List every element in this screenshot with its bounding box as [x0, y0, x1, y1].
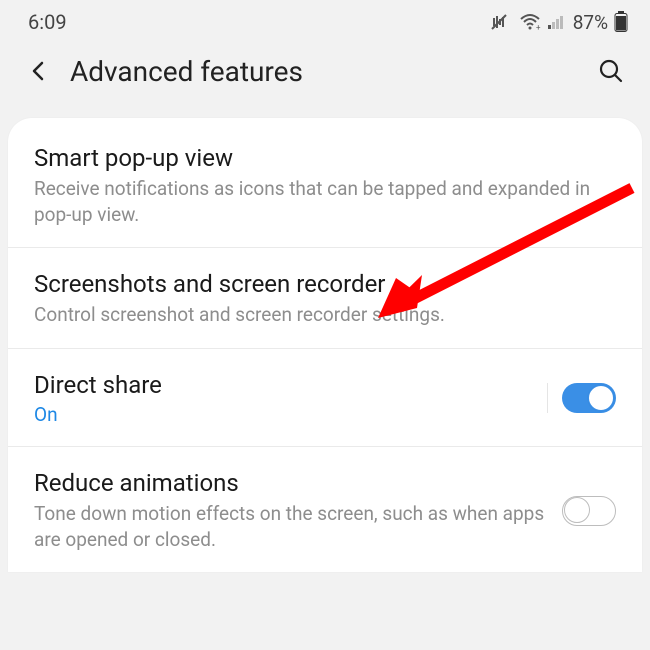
item-title: Smart pop-up view — [34, 144, 616, 172]
back-button[interactable] — [22, 54, 56, 88]
screenshots-recorder-item[interactable]: Screenshots and screen recorder Control … — [8, 248, 642, 349]
svg-text:+: + — [536, 23, 541, 31]
item-title: Screenshots and screen recorder — [34, 270, 616, 298]
search-icon — [598, 58, 624, 84]
reduce-animations-item[interactable]: Reduce animations Tone down motion effec… — [8, 447, 642, 572]
status-bar: 6:09 + 87% — [0, 0, 650, 40]
item-desc: Receive notifications as icons that can … — [34, 176, 616, 227]
reduce-animations-toggle[interactable] — [562, 496, 616, 526]
signal-icon — [547, 14, 567, 30]
item-status: On — [34, 403, 531, 426]
direct-share-toggle[interactable] — [562, 383, 616, 413]
item-title: Reduce animations — [34, 469, 546, 497]
wifi-icon: + — [519, 13, 541, 31]
vibrate-mute-icon — [491, 12, 513, 32]
chevron-left-icon — [28, 60, 50, 82]
settings-list: Smart pop-up view Receive notifications … — [8, 118, 642, 572]
divider — [547, 383, 548, 413]
battery-pct: 87% — [573, 11, 608, 34]
item-desc: Control screenshot and screen recorder s… — [34, 302, 616, 328]
item-desc: Tone down motion effects on the screen, … — [34, 501, 546, 552]
status-time: 6:09 — [28, 10, 67, 34]
header: Advanced features — [0, 40, 650, 118]
smart-popup-view-item[interactable]: Smart pop-up view Receive notifications … — [8, 122, 642, 248]
battery-icon — [614, 11, 628, 33]
direct-share-item[interactable]: Direct share On — [8, 349, 642, 447]
item-title: Direct share — [34, 371, 531, 399]
search-button[interactable] — [594, 54, 628, 88]
page-title: Advanced features — [70, 55, 594, 88]
status-icons: + 87% — [491, 11, 628, 34]
